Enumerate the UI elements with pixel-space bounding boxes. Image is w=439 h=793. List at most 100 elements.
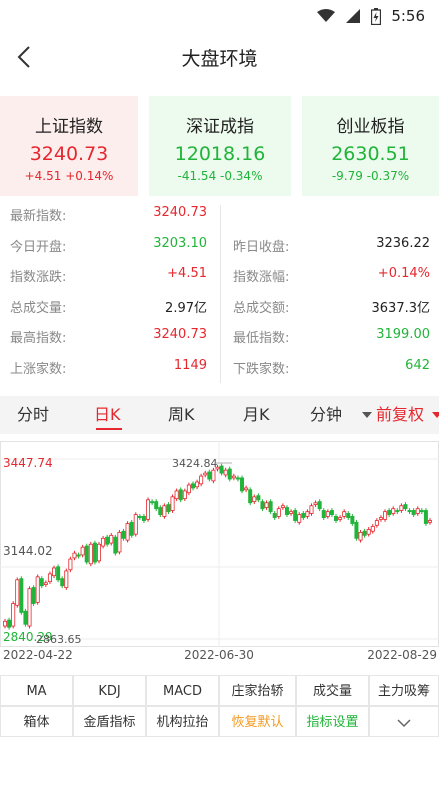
tab-minute[interactable]: 分钟 [310,396,342,434]
candle-body [391,508,396,514]
candle-body [178,489,183,501]
back-arrow-icon[interactable] [8,40,42,74]
minute-dropdown-icon[interactable] [362,412,372,418]
candle-body [158,507,163,516]
indicator-box[interactable]: 箱体 [0,706,73,737]
stats-row: 上涨家数: 1149 下跌家数: 642 [0,358,439,388]
candle-body [3,620,8,627]
candle-body [174,490,179,500]
candle-body [60,578,65,587]
stat-label: 最新指数: [10,209,67,224]
indicator-macd[interactable]: MACD [146,675,219,706]
candle-body [150,501,155,504]
candle-body [346,513,351,518]
candle-body [68,558,73,571]
tab-week-k[interactable]: 周K [168,396,195,434]
candle-body [374,520,379,526]
candle-body [358,532,363,541]
candle-body [96,543,101,562]
candle-body [133,514,138,535]
candle-body [27,588,32,627]
indicator-zlxc[interactable]: 主力吸筹 [369,675,439,706]
candle-body [305,511,310,517]
stat-label: 总成交量: [10,300,67,316]
stat-label: 最高指数: [10,331,67,346]
fuquan-dropdown-icon[interactable] [432,412,439,418]
index-value: 12018.16 [174,143,266,165]
candle-body [121,530,126,539]
candle-body [88,543,93,565]
stats-row: 总成交量: 2.97亿 总成交额: 3637.3亿 [0,297,439,327]
candle-body [313,502,318,505]
candle-body [113,536,118,554]
index-change: -41.54 -0.34% [177,169,263,183]
candle-body [325,511,330,517]
candle-body [137,516,142,518]
kline-chart[interactable]: 3447.74 3144.02 2840.29 3424.84 2863.65 2022-… [0,441,439,673]
candle-body [260,501,265,510]
candle-body [195,481,200,488]
candle-body [84,545,89,563]
candle-body [419,510,424,513]
candle-body [207,471,212,480]
stat-label: 指数涨幅: [233,270,290,285]
indicator-jindun[interactable]: 金盾指标 [73,706,146,737]
indicator-settings-button[interactable]: 指标设置 [296,706,369,737]
active-tab-underline [96,428,122,430]
x-axis-label: 2022-06-30 [184,648,254,662]
candle-body [423,510,428,524]
stats-row: 最高指数: 3240.73 最低指数: 3199.00 [0,327,439,357]
index-card-sz[interactable]: 深证成指 12018.16 -41.54 -0.34% [149,96,291,196]
chevron-down-icon[interactable] [369,706,439,737]
indicator-kdj[interactable]: KDJ [73,675,146,706]
candle-body [248,489,253,504]
stat-label: 最低指数: [233,331,290,346]
candle-body [362,530,367,536]
tab-month-k[interactable]: 月K [243,396,270,434]
candle-body [329,510,334,516]
candle-body [289,511,294,514]
candle-body [39,578,44,587]
candle-body [190,483,195,489]
stat-value: +0.14% [377,266,430,281]
stats-row: 最新指数: 3240.73 [0,205,439,235]
candle-body [268,501,273,513]
indicator-ma[interactable]: MA [0,675,73,706]
indicator-volume[interactable]: 成交量 [296,675,369,706]
status-bar: 5:56 [0,0,439,32]
candle-body [366,529,371,535]
y-label-mid: 3144.02 [3,544,53,558]
candle-body [141,516,146,521]
index-value: 3240.73 [29,143,109,165]
candle-body [125,523,130,541]
index-card-sh[interactable]: 上证指数 3240.73 +4.51 +0.14% [0,96,138,196]
candle-body [231,475,236,479]
candle-body [170,496,175,511]
candle-body [15,579,20,606]
tab-fuquan[interactable]: 前复权 [376,396,424,434]
index-change: +4.51 +0.14% [24,169,114,183]
indicator-zjtj[interactable]: 庄家抬轿 [219,675,296,706]
candle-body [301,513,306,518]
restore-default-button[interactable]: 恢复默认 [219,706,296,737]
index-value: 2630.51 [331,143,410,165]
candle-body [297,514,302,523]
stat-label: 指数涨跌: [10,270,67,285]
candle-body [117,532,122,553]
stat-value: 3637.3亿 [371,300,431,316]
stat-value: 3240.73 [153,327,207,342]
stat-value: 642 [405,357,430,373]
candle-body [334,516,339,521]
candle-body [223,469,228,476]
candle-body [154,501,159,510]
stat-value: 3199.00 [376,327,430,342]
index-card-cyb[interactable]: 创业板指 2630.51 -9.79 -0.37% [302,96,439,196]
candle-body [354,521,359,539]
candle-body [342,511,347,517]
stats-row: 今日开盘: 3203.10 昨日收盘: 3236.22 [0,236,439,266]
indicator-jglt[interactable]: 机构拉抬 [146,706,219,737]
tab-fenshi[interactable]: 分时 [17,396,49,434]
battery-icon [371,7,382,25]
candle-body [403,504,408,510]
candle-body [383,511,388,520]
